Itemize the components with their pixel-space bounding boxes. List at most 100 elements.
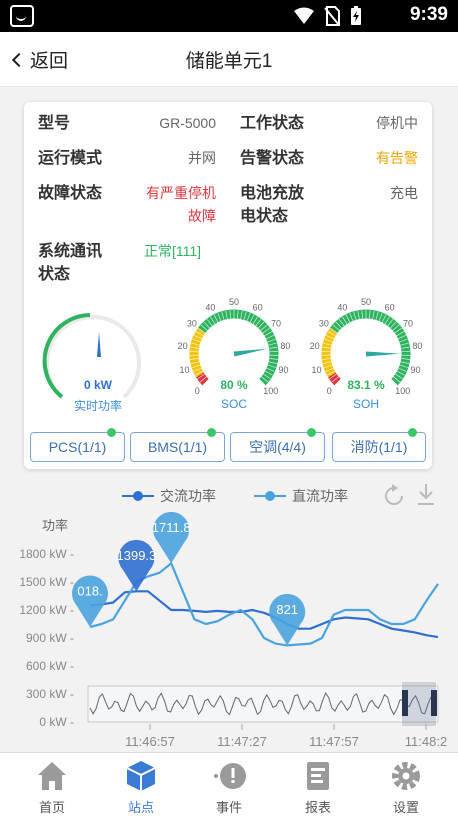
soc-tick-label: 100: [263, 386, 278, 396]
legend-swatch-dot: [133, 491, 143, 501]
y-tick-label: 1500 kW -: [19, 575, 74, 589]
no-sim-icon: [324, 6, 340, 26]
marker-label: 018.: [77, 583, 102, 598]
soc-caption: SOC: [220, 397, 247, 411]
soc-tick-label: 80: [280, 341, 290, 351]
marker-label: 1711.8: [152, 520, 191, 535]
alert-icon: [214, 763, 246, 789]
fault-status-label: 故障状态: [38, 185, 103, 202]
nav-site[interactable]: 站点: [95, 753, 187, 816]
tab-aircon[interactable]: 空调(4/4): [230, 428, 325, 462]
tab-pcs[interactable]: PCS(1/1): [30, 428, 125, 462]
gear-icon: [392, 762, 420, 790]
marker-label: 821: [276, 602, 298, 617]
soh-tick-label: 100: [395, 386, 410, 396]
soh-caption: SOH: [352, 397, 379, 411]
device-tabs: PCS(1/1) BMS(1/1) 空调(4/4) 消防(1/1): [30, 428, 426, 464]
nav-events[interactable]: 事件: [183, 753, 275, 816]
x-tick-label: 11:47:27: [217, 734, 267, 749]
y-tick-label: 1800 kW -: [19, 547, 74, 561]
tab-bms[interactable]: BMS(1/1): [130, 428, 225, 462]
soh-tick-label: 80: [412, 341, 422, 351]
cube-icon: [126, 761, 156, 791]
tab-fire-label: 消防(1/1): [350, 439, 408, 455]
page-title: 储能单元1: [185, 51, 273, 72]
legend-swatch-dot: [265, 491, 275, 501]
battery-charge-label: 电池充放电状态: [240, 185, 305, 225]
x-tick-label: 11:46:57: [125, 734, 175, 749]
soc-tick-label: 40: [205, 303, 215, 313]
refresh-icon-arrow: [392, 484, 398, 492]
soc-tick-label: 30: [187, 318, 197, 328]
bottom-nav: 首页 站点 事件 报表 设置: [0, 752, 458, 816]
app-notification-icon: [10, 5, 34, 27]
clock: 9:39: [409, 4, 448, 25]
marker-label: 1399.3: [117, 548, 157, 563]
run-mode-value: 并网: [188, 150, 216, 166]
power-chart[interactable]: 交流功率 直流功率功率 1800 kW - 1500 kW - 1200 kW - 900…: [10, 478, 450, 750]
comm-status-label: 系统通讯状态: [38, 243, 103, 283]
home-icon: [38, 762, 66, 790]
model-value: GR-5000: [159, 115, 216, 131]
zoom-handle-left[interactable]: [402, 690, 408, 716]
soc-tick-label: 60: [253, 303, 263, 313]
work-status-value: 停机中: [376, 115, 418, 131]
alarm-status-label: 告警状态: [240, 150, 305, 167]
battery-charging-icon: [351, 6, 361, 25]
tab-fire[interactable]: 消防(1/1): [332, 428, 426, 462]
soh-tick-label: 70: [403, 318, 413, 328]
x-tick-label: 11:48:2: [405, 734, 447, 749]
soc-needle: [233, 348, 268, 357]
soc-tick-label: 70: [271, 318, 281, 328]
model-label: 型号: [38, 115, 71, 132]
soh-tick-label: 20: [310, 341, 320, 351]
download-icon[interactable]: [418, 484, 434, 505]
y-axis-label: 功率: [42, 518, 68, 533]
nav-home[interactable]: 首页: [6, 753, 98, 816]
y-tick-label: 300 kW -: [26, 687, 74, 701]
refresh-icon[interactable]: [385, 484, 403, 505]
system-icons: [294, 6, 362, 26]
soh-tick-label: 30: [319, 318, 329, 328]
nav-settings-label: 设置: [392, 800, 419, 815]
tab-aircon-label: 空调(4/4): [249, 439, 306, 455]
soh-tick-label: 10: [312, 365, 322, 375]
soh-value: 83.1 %: [347, 378, 385, 392]
nav-events-label: 事件: [215, 800, 242, 815]
soc-tick-label: 50: [229, 297, 239, 307]
nav-home-label: 首页: [38, 800, 65, 815]
soh-tick-label: 50: [361, 297, 371, 307]
power-caption: 实时功率: [73, 399, 122, 413]
online-dot: [107, 428, 116, 437]
run-mode-label: 运行模式: [38, 150, 103, 167]
soh-gauge: 0 10 20 30 40 50 60 70 80 90 100: [310, 297, 423, 396]
tab-bms-label: BMS(1/1): [147, 439, 208, 455]
soc-value: 80 %: [220, 378, 248, 392]
soc-tick-label: 90: [278, 365, 288, 375]
soh-tick-label: 60: [385, 303, 395, 313]
tab-pcs-label: PCS(1/1): [48, 439, 107, 455]
nav-settings[interactable]: 设置: [360, 753, 452, 816]
online-dot: [307, 428, 316, 437]
wifi-icon: [294, 7, 314, 24]
soh-tick-label: 90: [410, 365, 420, 375]
soh-tick-label: 0: [327, 386, 332, 396]
comm-status-value: 正常[111]: [144, 243, 202, 259]
power-value: 0 kW: [83, 378, 112, 392]
top-bar: 返回 储能单元1: [0, 32, 458, 87]
soh-arc-green: [330, 309, 411, 386]
report-icon: [307, 762, 329, 790]
x-tick-label: 11:47:57: [309, 734, 359, 749]
soh-needle: [365, 351, 400, 357]
work-status-label: 工作状态: [240, 115, 305, 132]
soc-tick-label: 10: [180, 365, 190, 375]
soc-gauge: 0 10 20 30 40 50 60 70 80 90 100: [178, 297, 291, 396]
nav-reports-label: 报表: [304, 800, 331, 815]
nav-reports[interactable]: 报表: [272, 753, 364, 816]
zoom-handle-right[interactable]: [431, 690, 437, 716]
legend-label: 交流功率: [160, 488, 216, 504]
fault-status-value: 有严重停机故障: [146, 185, 216, 224]
online-dot: [408, 428, 417, 437]
y-tick-label: 1200 kW -: [19, 603, 74, 617]
soh-tick-label: 40: [337, 303, 347, 313]
